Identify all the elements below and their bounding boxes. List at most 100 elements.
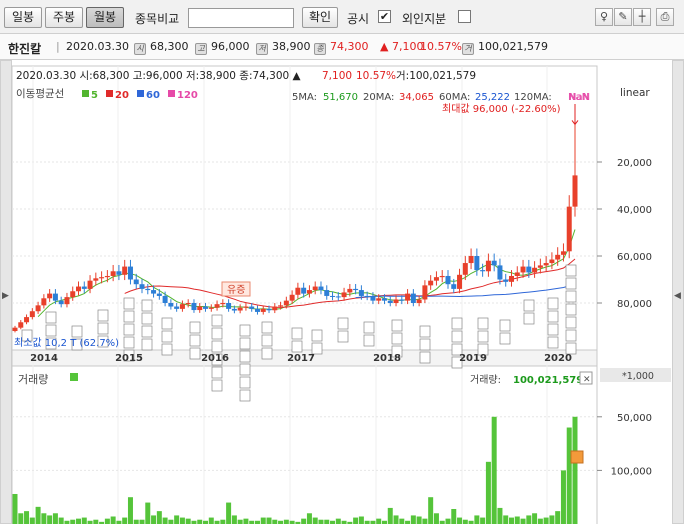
disclosure-marker xyxy=(141,338,153,351)
candle-body xyxy=(301,287,307,294)
disclosure-marker xyxy=(565,329,577,342)
candle-body xyxy=(110,271,116,276)
disclosure-marker xyxy=(291,327,303,340)
volume-bar xyxy=(226,502,232,524)
price-tick-label: 40,000 xyxy=(617,205,652,216)
ma5-label: 5MA: xyxy=(292,92,317,103)
disclosure-marker xyxy=(499,332,511,345)
chart-area[interactable]: 2020.03.30 시:68,300 고:96,000 저:38,900 종:… xyxy=(0,0,684,524)
candle-body xyxy=(341,292,347,298)
price-tick-label: 20,000 xyxy=(617,158,652,169)
year-label: 2017 xyxy=(287,353,315,364)
disclosure-marker xyxy=(161,330,173,343)
candle-body xyxy=(532,267,538,273)
year-label: 2016 xyxy=(201,353,229,364)
ma-legend-label: 5 xyxy=(91,90,98,101)
volume-bar xyxy=(260,517,266,524)
disclosure-marker xyxy=(451,317,463,330)
ma-legend-swatch xyxy=(82,90,89,97)
candle-body xyxy=(12,327,18,332)
disclosure-marker xyxy=(499,319,511,332)
candle-body xyxy=(451,284,457,289)
disclosure-marker xyxy=(565,316,577,329)
disclosure-marker xyxy=(239,376,251,389)
year-label: 2014 xyxy=(30,353,58,364)
disclosure-marker xyxy=(391,332,403,345)
volume-bar xyxy=(162,517,168,524)
volume-bar xyxy=(451,508,457,524)
volume-bar xyxy=(76,518,82,524)
volume-bar xyxy=(179,517,185,524)
volume-bar xyxy=(457,517,463,524)
candle-body xyxy=(272,306,278,311)
disclosure-marker xyxy=(123,297,135,310)
volume-bar xyxy=(58,517,64,524)
candle-body xyxy=(330,295,336,297)
candle-body xyxy=(41,298,47,306)
candle-body xyxy=(18,322,24,328)
volume-bar xyxy=(480,517,486,524)
candle-body xyxy=(29,311,35,318)
volume-title: 거래량 xyxy=(18,373,48,386)
volume-bar xyxy=(520,518,526,524)
volume-bar xyxy=(122,517,128,524)
candle-body xyxy=(191,303,197,311)
volume-bar xyxy=(393,515,399,524)
ma-legend-label: 60 xyxy=(146,90,160,101)
disclosure-marker xyxy=(337,317,349,330)
volume-y-axis: 100,000 50,000 xyxy=(597,413,652,477)
disclosure-marker xyxy=(211,366,223,379)
scale-mode[interactable]: linear xyxy=(620,87,650,99)
candle-body xyxy=(560,251,566,255)
candle-body xyxy=(93,278,99,281)
volume-legend-swatch xyxy=(70,373,78,381)
candle-body xyxy=(35,305,41,312)
volume-bar xyxy=(428,497,434,524)
disclosure-marker xyxy=(123,323,135,336)
disclosure-marker xyxy=(547,310,559,323)
candle-body xyxy=(52,293,58,301)
candle-body xyxy=(514,272,520,276)
price-header-pct: 10.57% xyxy=(356,70,396,82)
candle-body xyxy=(572,175,578,207)
disclosure-marker xyxy=(391,319,403,332)
candle-body xyxy=(312,286,318,291)
volume-current-label: 거래량: xyxy=(470,374,501,386)
close-x-icon: ✕ xyxy=(583,375,591,385)
candle-body xyxy=(254,308,260,312)
volume-bar xyxy=(549,515,555,524)
volume-bar xyxy=(358,516,364,524)
volume-bar xyxy=(335,518,341,524)
candle-body xyxy=(122,266,128,275)
candle-body xyxy=(480,270,486,272)
disclosure-marker xyxy=(477,330,489,343)
ma5-value: 51,670 xyxy=(323,92,358,103)
volume-bar xyxy=(514,516,520,524)
year-label: 2018 xyxy=(373,353,401,364)
disclosure-marker xyxy=(141,299,153,312)
candle-body xyxy=(347,288,353,293)
candle-body xyxy=(445,275,451,285)
disclosure-marker xyxy=(161,343,173,356)
candle-body xyxy=(260,308,266,312)
volume-bar xyxy=(266,517,272,524)
volume-bar xyxy=(81,517,87,524)
candle-body xyxy=(145,288,151,291)
candle-body xyxy=(491,260,497,266)
volume-bar xyxy=(312,517,318,524)
year-label: 2020 xyxy=(544,353,572,364)
ma20-label: 20MA: xyxy=(363,92,394,103)
volume-bar xyxy=(243,518,249,524)
volume-bar xyxy=(197,519,203,524)
candle-body xyxy=(422,285,428,300)
nan-flag: NaN xyxy=(569,92,590,103)
candle-body xyxy=(162,295,168,303)
volume-bar xyxy=(133,519,139,524)
volume-bar xyxy=(93,519,99,524)
candle-body xyxy=(156,293,162,296)
candle-body xyxy=(497,265,503,280)
volume-bar xyxy=(127,497,133,524)
volume-bar xyxy=(324,519,330,524)
disclosure-marker xyxy=(211,327,223,340)
disclosure-marker xyxy=(363,321,375,334)
